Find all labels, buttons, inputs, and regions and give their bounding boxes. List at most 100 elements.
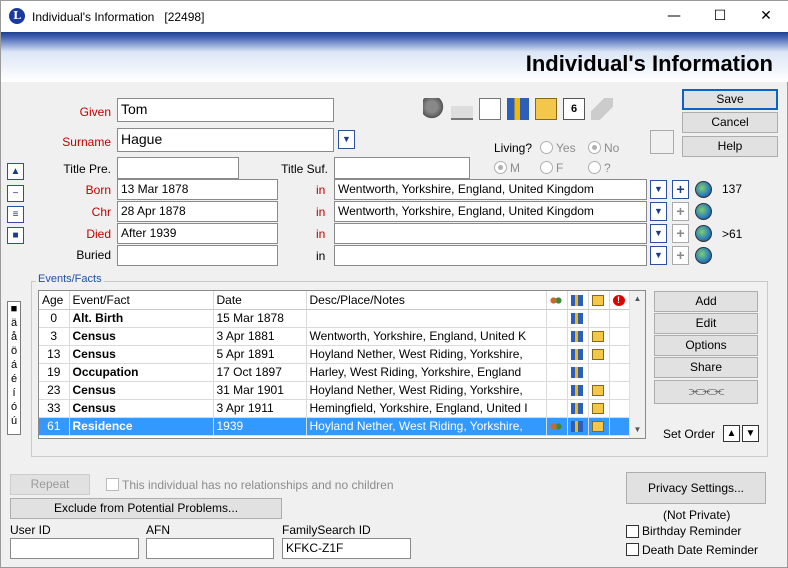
event-row[interactable]: 23 Census 31 Mar 1901 Hoyland Nether, West … (39, 381, 631, 400)
surname-dropdown-button[interactable]: ▼ (338, 130, 355, 149)
event-icon-cell[interactable] (546, 309, 568, 328)
stop-button[interactable]: ■ (7, 227, 24, 244)
chr-place-dropdown[interactable]: ▼ (650, 202, 667, 221)
event-icon-cell[interactable] (546, 345, 568, 364)
exclude-problems-button[interactable]: Exclude from Potential Problems... (10, 498, 282, 519)
died-place-input[interactable] (334, 223, 647, 244)
event-icon-cell[interactable] (588, 417, 610, 436)
col-source-icon[interactable] (567, 291, 589, 310)
photo-placeholder[interactable] (650, 130, 674, 154)
col-media-icon[interactable] (588, 291, 610, 310)
user-id-input[interactable] (10, 538, 139, 559)
buried-date-input[interactable] (117, 245, 278, 266)
cancel-button[interactable]: Cancel (682, 112, 778, 133)
event-row[interactable]: 13 Census 5 Apr 1891 Hoyland Nether, West R… (39, 345, 631, 364)
buried-place-input[interactable] (334, 245, 647, 266)
born-place-input[interactable]: Wentworth, Yorkshire, England, United Ki… (334, 179, 647, 200)
privacy-settings-button[interactable]: Privacy Settings... (626, 472, 766, 504)
accent-char-1[interactable]: ä (8, 316, 20, 330)
buried-add-button[interactable]: + (672, 246, 689, 265)
event-icon-cell[interactable] (546, 363, 568, 382)
col-desc[interactable]: Desc/Place/Notes (306, 291, 547, 310)
accent-char-0[interactable]: ■ (8, 302, 20, 316)
media-icon[interactable] (535, 98, 557, 120)
event-icon-cell[interactable] (588, 345, 610, 364)
chr-globe-icon[interactable] (695, 203, 712, 220)
collapse-button[interactable]: − (7, 185, 24, 202)
event-icon-cell[interactable] (546, 399, 568, 418)
col-people-icon[interactable] (546, 291, 568, 310)
event-icon-cell[interactable] (588, 399, 610, 418)
sex-unknown-radio[interactable] (588, 161, 601, 174)
people-icon[interactable] (423, 98, 445, 120)
accent-char-3[interactable]: ö (8, 344, 20, 358)
died-date-input[interactable]: After 1939 (117, 223, 278, 244)
event-row[interactable]: 33 Census 3 Apr 1911 Hemingfield, Yorkshire… (39, 399, 631, 418)
notes-icon[interactable] (479, 98, 501, 120)
add-event-button[interactable]: Add (654, 291, 758, 312)
born-date-input[interactable]: 13 Mar 1878 (117, 179, 278, 200)
given-name-input[interactable]: Tom (117, 98, 334, 122)
event-icon-cell[interactable] (567, 399, 589, 418)
born-globe-icon[interactable] (695, 181, 712, 198)
sex-female-radio[interactable] (540, 161, 553, 174)
born-add-button[interactable]: + (672, 180, 689, 199)
chr-place-input[interactable]: Wentworth, Yorkshire, England, United Ki… (334, 201, 647, 222)
scroll-down-arrow[interactable]: ▼ (630, 422, 645, 438)
died-place-dropdown[interactable]: ▼ (650, 224, 667, 243)
col-warning-icon[interactable]: ! (609, 291, 631, 310)
living-yes-radio[interactable] (540, 141, 553, 154)
accent-char-7[interactable]: ó (8, 400, 20, 414)
list-button[interactable]: ≡ (7, 206, 24, 223)
sources-icon[interactable] (507, 98, 529, 120)
event-icon-cell[interactable] (567, 417, 589, 436)
afn-input[interactable] (146, 538, 274, 559)
save-button[interactable]: Save (682, 89, 778, 110)
event-icon-cell[interactable] (567, 363, 589, 382)
help-button[interactable]: Help (682, 136, 778, 157)
order-up-button[interactable]: ▲ (723, 425, 740, 442)
died-globe-icon[interactable] (695, 225, 712, 242)
accent-char-4[interactable]: á (8, 358, 20, 372)
chr-date-input[interactable]: 28 Apr 1878 (117, 201, 278, 222)
maximize-button[interactable]: ☐ (697, 1, 743, 32)
event-icon-cell[interactable] (546, 381, 568, 400)
event-icon-cell[interactable] (588, 309, 610, 328)
col-event[interactable]: Event/Fact (69, 291, 214, 310)
buried-place-dropdown[interactable]: ▼ (650, 246, 667, 265)
buried-globe-icon[interactable] (695, 247, 712, 264)
event-row[interactable]: 19 Occupation 17 Oct 1897 Harley, West Ridi… (39, 363, 631, 382)
accent-char-5[interactable]: é (8, 372, 20, 386)
col-date[interactable]: Date (213, 291, 307, 310)
options-button[interactable]: Options (654, 335, 758, 356)
birthday-reminder-checkbox[interactable] (626, 525, 639, 538)
sex-male-radio[interactable] (494, 161, 507, 174)
event-icon-cell[interactable] (588, 327, 610, 346)
death-reminder-checkbox[interactable] (626, 543, 639, 556)
repeat-button[interactable]: Repeat (10, 474, 90, 495)
event-icon-cell[interactable] (588, 381, 610, 400)
accent-char-8[interactable]: ú (8, 414, 20, 428)
died-add-button[interactable]: + (672, 224, 689, 243)
event-row[interactable]: 3 Census 3 Apr 1881 Wentworth, Yorkshire, E… (39, 327, 631, 346)
title-pre-input[interactable] (117, 157, 239, 179)
born-place-dropdown[interactable]: ▼ (650, 180, 667, 199)
move-up-button[interactable]: ▲ (7, 163, 24, 180)
minimize-button[interactable]: — (651, 1, 697, 32)
chr-add-button[interactable]: + (672, 202, 689, 221)
close-button[interactable]: ✕ (743, 1, 788, 32)
accent-char-6[interactable]: í (8, 386, 20, 400)
calendar-icon[interactable]: 6 (563, 98, 585, 120)
event-icon-cell[interactable] (588, 363, 610, 382)
scroll-up-arrow[interactable]: ▲ (630, 291, 645, 307)
event-icon-cell[interactable] (546, 327, 568, 346)
no-relationships-checkbox[interactable] (106, 478, 119, 491)
share-button[interactable]: Share (654, 357, 758, 378)
event-row[interactable]: 0 Alt. Birth 15 Mar 1878 (39, 309, 631, 328)
dna-button[interactable]: ⫘⫘⫘ (654, 380, 758, 404)
hand-icon[interactable] (591, 98, 613, 120)
accent-char-2[interactable]: å (8, 330, 20, 344)
title-suf-input[interactable] (334, 157, 470, 179)
event-row[interactable]: 61 Residence 1939 Hoyland Nether, West Ridi… (39, 417, 631, 436)
event-icon-cell[interactable] (546, 417, 568, 436)
